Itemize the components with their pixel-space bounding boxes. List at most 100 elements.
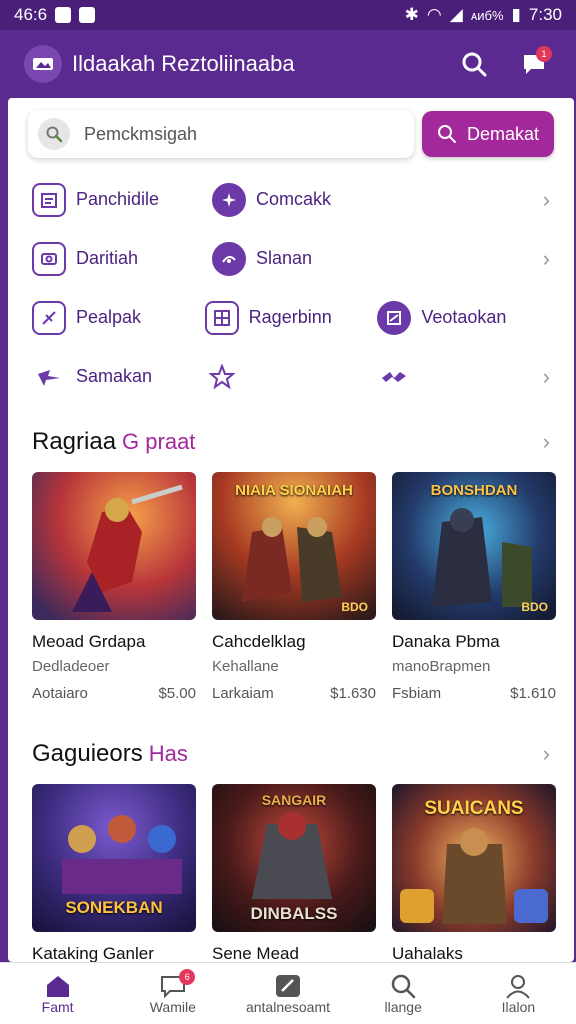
game-thumbnail: NIAIA SIONAIAH BDO <box>212 472 376 620</box>
game-thumbnail: SONEKBAN <box>32 784 196 932</box>
notifications-button[interactable]: 1 <box>512 42 556 86</box>
category-item[interactable]: Pealpak <box>32 300 205 335</box>
app-bar: Ildaakah Reztoliinaaba 1 <box>0 30 576 98</box>
nav-item-messages[interactable]: 6 Wamile <box>115 963 230 1024</box>
category-item[interactable]: Daritiah <box>32 241 212 276</box>
card-title: Meoad Grdapa <box>32 632 146 651</box>
game-card[interactable]: NIAIA SIONAIAH BDO Cahcdelklag Kehallane… <box>212 472 376 702</box>
app-title: Ildaakah Reztoliinaaba <box>72 51 295 76</box>
nav-item-home[interactable]: Famt <box>0 963 115 1024</box>
card-meta: Larkaiam $1.630 <box>212 685 376 702</box>
star-burst-icon <box>32 360 66 394</box>
category-item[interactable]: Samakan <box>32 360 205 394</box>
card-title: Cahcdelklag <box>212 632 306 651</box>
category-item[interactable] <box>205 360 378 394</box>
game-thumbnail: BONSHDAN BDO <box>392 472 556 620</box>
nav-badge: 6 <box>179 969 196 985</box>
category-label: Comcakk <box>256 189 332 209</box>
profile-icon <box>506 974 531 999</box>
card-subtitle: Kehallane <box>212 658 279 675</box>
search-input[interactable]: Pemckmsigah <box>28 110 414 158</box>
category-label: Slanan <box>256 248 313 268</box>
nav-label: Famt <box>41 998 74 1015</box>
section-accent: G praat <box>122 429 196 454</box>
game-card[interactable]: SUAICANS Uahalaks <box>392 784 556 962</box>
card-row: Meoad Grdapa Dedladeoer Aotaiaro $5.00 N… <box>8 472 574 702</box>
nav-label: antalnesoamt <box>245 998 331 1015</box>
chevron-right-icon[interactable]: › <box>543 187 550 213</box>
book-icon <box>377 300 412 335</box>
category-label: Pealpak <box>76 307 142 327</box>
category-item[interactable]: Slanan <box>212 241 392 276</box>
status-bar: 46:6 ✱ ◠ ◢ ᴀᴎб% ▮ 7:30 <box>0 0 576 30</box>
search-icon <box>462 52 487 77</box>
chevron-right-icon[interactable]: › <box>543 429 550 455</box>
category-item[interactable]: Comcakk <box>212 182 392 217</box>
section-header[interactable]: Ragriaa G praat › <box>8 420 574 464</box>
category-item[interactable]: Veotaokan <box>377 300 550 335</box>
category-label: Daritiah <box>76 248 139 268</box>
category-item[interactable] <box>377 360 550 394</box>
game-thumbnail: SUAICANS <box>392 784 556 932</box>
game-thumbnail: SANGAIR DINBALSS <box>212 784 376 932</box>
section-header[interactable]: Gaguieors Has › <box>8 732 574 776</box>
signal-icon: ◢ <box>449 5 463 24</box>
grid-icon <box>204 300 239 335</box>
card-price: $1.630 <box>330 685 376 702</box>
game-card[interactable]: BONSHDAN BDO Danaka Pbma manoBrapmen Fsb… <box>392 472 556 702</box>
game-thumbnail <box>32 472 196 620</box>
search-icon <box>38 118 70 150</box>
card-meta-label: Fsbiam <box>392 685 442 702</box>
card-row: SONEKBAN Kataking Ganler SANGAIR DINBALS… <box>8 784 574 962</box>
battery-icon: ▮ <box>511 5 521 24</box>
chevron-right-icon[interactable]: › <box>543 741 550 767</box>
wifi-icon: ◠ <box>426 5 442 24</box>
card-subtitle: manoBrapmen <box>392 658 491 675</box>
status-time-left: 46:6 <box>14 5 48 24</box>
category-label: Ragerbinn <box>248 307 332 327</box>
card-title: Kataking Ganler <box>32 944 154 962</box>
game-card[interactable]: SANGAIR DINBALSS Sene Mead <box>212 784 376 962</box>
app-logo-icon <box>24 45 62 83</box>
search-button-label: Demakat <box>466 123 540 144</box>
calendar-icon <box>32 182 66 217</box>
nav-item-profile[interactable]: Ilalon <box>461 963 576 1024</box>
card-price: $1.610 <box>510 685 556 702</box>
nav-item-search[interactable]: llange <box>346 963 461 1024</box>
category-row: Samakan › <box>32 347 550 406</box>
search-icon <box>437 125 456 143</box>
card-title: Danaka Pbma <box>392 632 500 651</box>
category-item[interactable]: Panchidile <box>32 182 212 217</box>
category-row: Daritiah Slanan › <box>32 229 550 288</box>
nav-label: Wamile <box>149 998 196 1015</box>
nav-label: llange <box>384 998 422 1015</box>
category-label: Panchidile <box>76 189 160 209</box>
card-price: $5.00 <box>158 685 196 702</box>
category-item[interactable]: Ragerbinn <box>204 300 378 335</box>
card-banner: SONEKBAN <box>65 898 163 917</box>
card-badge: BDO <box>521 600 548 614</box>
map-icon <box>212 241 246 276</box>
game-card[interactable]: SONEKBAN Kataking Ganler <box>32 784 196 962</box>
card-meta: Aotaiaro $5.00 <box>32 685 196 702</box>
category-label: Samakan <box>76 366 153 386</box>
signal-text: ᴀᴎб% <box>470 7 504 23</box>
chevron-right-icon[interactable]: › <box>543 246 550 272</box>
search-submit-button[interactable]: Demakat <box>422 111 554 157</box>
message-icon <box>79 7 96 23</box>
bottom-nav: Famt 6 Wamile antalnesoamt llange Ilalon <box>0 962 576 1024</box>
search-placeholder: Pemckmsigah <box>84 123 198 144</box>
card-badge: BDO <box>341 600 368 614</box>
home-icon <box>46 975 69 997</box>
card-meta-label: Aotaiaro <box>32 685 88 702</box>
star-icon <box>205 360 239 394</box>
chevron-right-icon[interactable]: › <box>543 364 550 390</box>
game-card[interactable]: Meoad Grdapa Dedladeoer Aotaiaro $5.00 <box>32 472 196 702</box>
notification-badge: 1 <box>536 46 552 62</box>
nav-item-create[interactable]: antalnesoamt <box>230 963 345 1024</box>
category-row: Pealpak Ragerbinn Veotaokan <box>32 288 550 347</box>
category-row: Panchidile Comcakk › <box>32 170 550 229</box>
search-button[interactable] <box>452 42 496 86</box>
bluetooth-icon: ✱ <box>404 5 419 24</box>
category-grid: Panchidile Comcakk › Daritiah Slanan › P… <box>8 158 574 406</box>
